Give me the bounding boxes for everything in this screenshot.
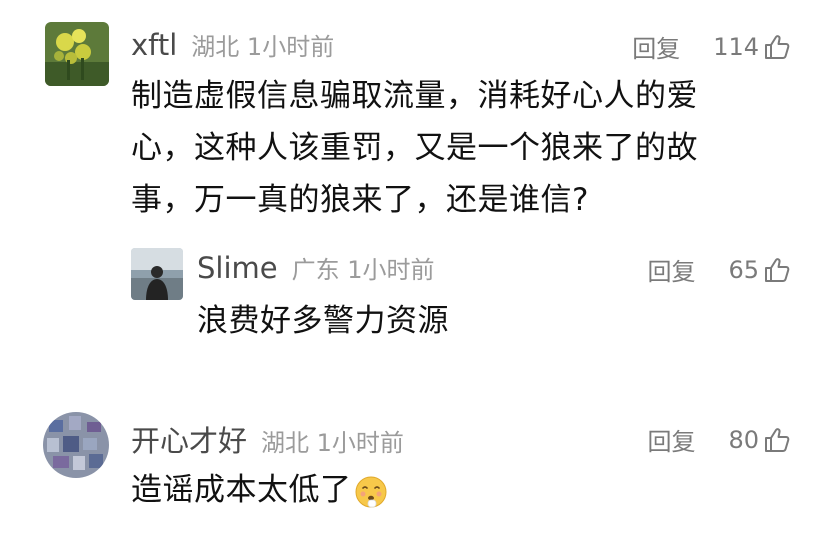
avatar[interactable] [45,22,109,86]
comment-text: 浪费好多警力资源 [197,303,449,339]
username[interactable]: Slime [197,251,278,285]
thumbs-up-icon[interactable] [763,33,791,61]
comment-item: 开心才好 湖北 1小时前 回复 80 造谣成本太低了 [0,380,839,537]
comment-text-row: 造谣成本太低了 [131,464,743,516]
person-by-sea-avatar-icon [131,248,183,300]
avatar[interactable] [131,248,183,300]
comment-item: xftl 湖北 1小时前 回复 114 制造虚假信息骗取流量，消耗好心人的爱心，… [0,0,839,240]
avatar[interactable] [43,412,109,478]
thumbs-up-icon[interactable] [763,426,791,454]
like-count: 80 [728,425,759,454]
location-time: 湖北 1小时前 [191,33,335,61]
comment-text: 制造虚假信息骗取流量，消耗好心人的爱心，这种人该重罚，又是一个狼来了的故事，万一… [131,78,698,218]
reply-item: Slime 广东 1小时前 回复 65 浪费好多警力资源 [0,240,839,380]
location-time: 湖北 1小时前 [261,429,404,457]
blue-purple-pattern-avatar-icon [43,412,109,478]
like-count: 114 [713,32,759,61]
comment-meta: 开心才好 湖北 1小时前 [131,418,404,460]
thumbs-up-icon[interactable] [763,256,791,284]
like-count: 65 [728,255,759,284]
sad-face-emoji-icon [355,476,386,507]
comment-meta: xftl 湖北 1小时前 [131,27,334,62]
comment-actions: 回复 114 [632,29,791,64]
comment-text: 造谣成本太低了 [131,472,352,508]
reply-button[interactable]: 回复 [647,252,695,287]
comment-actions: 回复 80 [647,422,791,457]
username[interactable]: 开心才好 [131,418,247,460]
reply-button[interactable]: 回复 [632,29,680,64]
yellow-flower-avatar-icon [45,22,109,86]
reply-button[interactable]: 回复 [647,422,695,457]
comment-meta: Slime 广东 1小时前 [197,250,435,285]
location-time: 广东 1小时前 [291,256,435,284]
username[interactable]: xftl [131,28,177,62]
comment-actions: 回复 65 [647,252,791,287]
